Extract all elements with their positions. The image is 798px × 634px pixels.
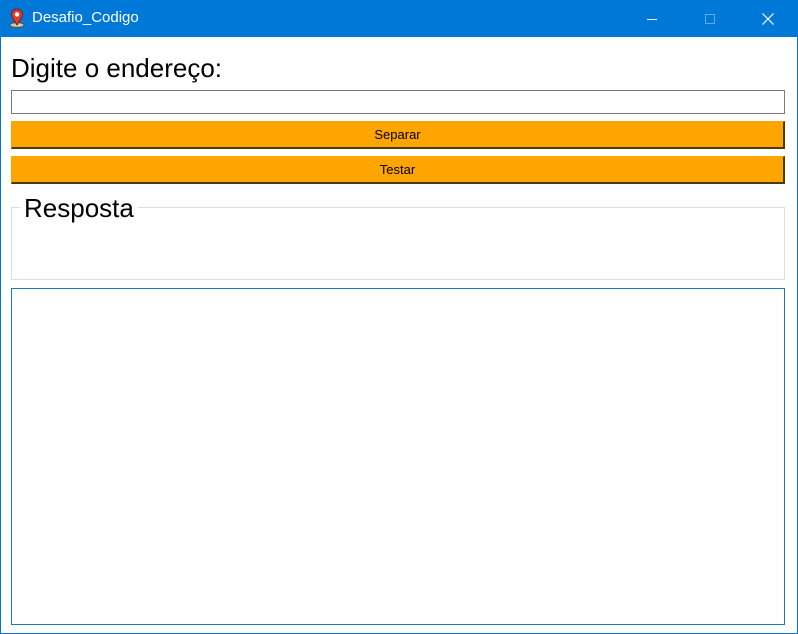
testar-button-label: Testar <box>379 162 416 177</box>
maximize-icon <box>705 13 715 24</box>
minimize-icon <box>647 18 657 20</box>
map-pin-icon <box>8 8 26 28</box>
close-icon <box>762 12 774 25</box>
output-textarea[interactable] <box>11 288 785 625</box>
maximize-button[interactable] <box>681 0 739 37</box>
address-label: Digite o endereço: <box>11 53 223 83</box>
response-group-title: Resposta <box>20 193 138 223</box>
close-button[interactable] <box>739 0 797 37</box>
minimize-button[interactable] <box>623 0 681 37</box>
separar-button[interactable]: Separar <box>11 121 785 149</box>
response-groupbox: Resposta <box>11 193 785 280</box>
title-bar[interactable]: Desafio_Codigo <box>1 0 798 37</box>
testar-button[interactable]: Testar <box>11 156 785 184</box>
app-window: Desafio_Codigo Digite o endereço: Separa… <box>0 0 798 634</box>
address-input[interactable] <box>11 90 785 114</box>
window-title: Desafio_Codigo <box>32 9 139 26</box>
separar-button-label: Separar <box>374 127 421 142</box>
